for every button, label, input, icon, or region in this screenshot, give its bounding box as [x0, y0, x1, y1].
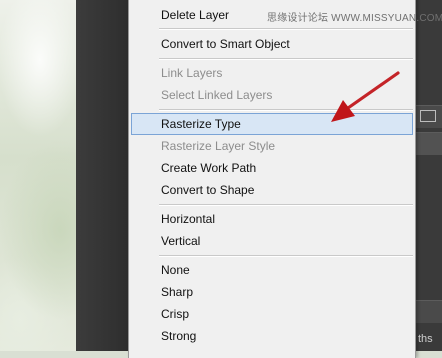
annotation-arrow-icon	[331, 71, 400, 122]
